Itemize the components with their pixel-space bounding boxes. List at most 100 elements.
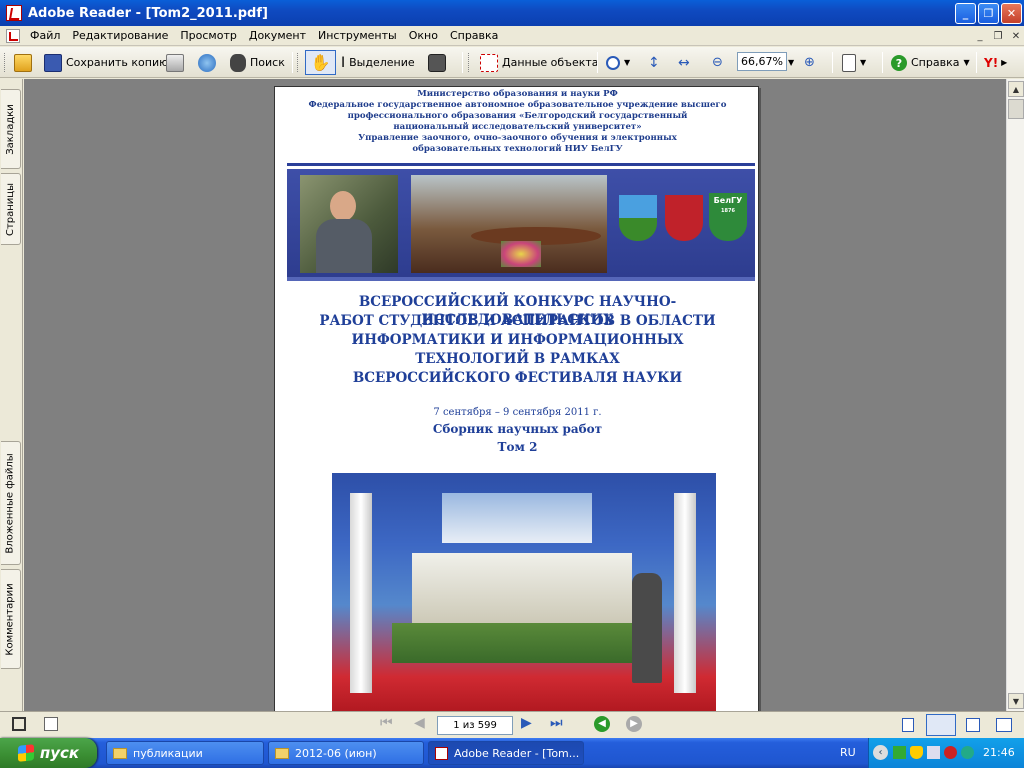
restore-button[interactable]: ❐ (978, 3, 999, 24)
chevron-right-icon: ▶ (1001, 58, 1008, 67)
search-button[interactable]: Поиск (230, 50, 285, 75)
title-line: ТЕХНОЛОГИЙ В РАМКАХ (415, 351, 620, 367)
save-copy-button[interactable]: Сохранить копию (44, 50, 168, 75)
fit-height-button[interactable]: ↕ (648, 50, 660, 75)
toolbar-separator (882, 52, 883, 73)
network-icon[interactable] (893, 746, 906, 759)
page-layout-icon (842, 53, 856, 72)
event-dates: 7 сентября – 9 сентября 2011 г. (433, 407, 602, 418)
coat-of-arms-russia-icon (665, 195, 703, 241)
taskbar-item-publications[interactable]: публикации (106, 741, 264, 765)
tab-attachments[interactable]: Вложенные файлы (1, 441, 21, 565)
zoom-out-icon: ⊖ (712, 55, 723, 70)
meeting-photo (411, 175, 607, 273)
magnifier-icon (606, 55, 620, 70)
tab-pages-label: Страницы (5, 182, 16, 236)
tab-bookmarks[interactable]: Закладки (1, 89, 21, 169)
email-button[interactable] (198, 50, 220, 75)
doc-close-button[interactable]: ✕ (1008, 29, 1024, 43)
document-icon[interactable] (6, 28, 20, 43)
scroll-down-button[interactable]: ▼ (1008, 693, 1024, 709)
menu-help[interactable]: Справка (444, 29, 504, 42)
title-line: ИНФОРМАТИКИ И ИНФОРМАЦИОННЫХ (351, 332, 684, 348)
clock[interactable]: 21:46 (983, 746, 1015, 759)
header-line: образовательных технологий НИУ БелГУ (412, 144, 623, 154)
antivirus-icon[interactable] (944, 746, 957, 759)
menu-window[interactable]: Окно (403, 29, 444, 42)
minimize-button[interactable]: _ (955, 3, 976, 24)
zoom-in-tool-button[interactable]: ▼ (606, 50, 630, 75)
menu-tools[interactable]: Инструменты (312, 29, 403, 42)
taskbar-item-2012-06[interactable]: 2012-06 (июн) (268, 741, 424, 765)
hand-icon: ✋ (310, 53, 331, 72)
doc-minimize-button[interactable]: _ (972, 29, 988, 43)
menu-view[interactable]: Просмотр (174, 29, 242, 42)
first-page-button[interactable]: ⏮ (380, 715, 393, 731)
single-page-view-button[interactable] (902, 718, 914, 732)
page-number-input[interactable]: 1 из 599 (437, 716, 513, 735)
help-button[interactable]: ? Справка ▼ (891, 50, 970, 75)
back-view-button[interactable]: ◀ (594, 716, 610, 732)
chevron-down-icon: ▼ (624, 58, 631, 67)
zoom-dropdown-button[interactable]: ▼ (788, 50, 794, 75)
menu-file[interactable]: Файл (24, 29, 66, 42)
toolbar: Сохранить копию Поиск ✋ I Выделение Данн… (0, 47, 1024, 78)
zoom-in-button[interactable]: ⊕ (804, 50, 815, 75)
continuous-facing-view-button[interactable] (996, 718, 1012, 732)
menu-document[interactable]: Документ (243, 29, 312, 42)
forward-view-button[interactable]: ▶ (626, 716, 642, 732)
tab-pages[interactable]: Страницы (1, 173, 21, 245)
taskbar-item-label: 2012-06 (июн) (295, 746, 377, 760)
last-page-button[interactable]: ⏭ (550, 715, 563, 731)
language-indicator[interactable]: RU (840, 746, 856, 759)
scroll-up-button[interactable]: ▲ (1008, 81, 1024, 97)
scroll-thumb[interactable] (1008, 99, 1024, 119)
tab-comments[interactable]: Комментарии (1, 569, 21, 669)
text-cursor-icon: I (341, 54, 346, 71)
panel-toggle-icon[interactable] (12, 717, 26, 731)
start-button[interactable]: пуск (0, 738, 97, 768)
previous-page-button[interactable]: ◀ (414, 715, 425, 731)
snapshot-button[interactable] (428, 50, 450, 75)
window-mode-icon[interactable] (44, 717, 58, 731)
toolbar-grip[interactable] (297, 53, 300, 72)
close-button[interactable]: ✕ (1001, 3, 1022, 24)
print-button[interactable] (166, 50, 188, 75)
open-button[interactable] (14, 50, 36, 75)
object-data-button[interactable]: Данные объекта (480, 50, 599, 75)
update-icon[interactable] (961, 746, 974, 759)
chevron-down-icon: ▼ (788, 58, 795, 67)
fit-width-button[interactable]: ↔ (678, 50, 690, 75)
zoom-out-button[interactable]: ⊖ (712, 50, 723, 75)
zoom-input[interactable]: 66,67% (737, 52, 787, 71)
toolbar-grip[interactable] (468, 53, 471, 72)
zoom-in-icon: ⊕ (804, 55, 815, 70)
document-view[interactable]: Министерство образования и науки РФ Феде… (24, 79, 1006, 711)
speaker-icon[interactable] (927, 746, 940, 759)
doc-restore-button[interactable]: ❐ (990, 29, 1006, 43)
vertical-scrollbar[interactable]: ▲ ▼ (1006, 79, 1024, 711)
facing-view-button[interactable] (966, 718, 980, 732)
tray-expand-icon[interactable]: ‹ (873, 745, 888, 760)
toolbar-separator (292, 52, 293, 73)
search-label: Поиск (250, 56, 285, 69)
save-copy-label: Сохранить копию (66, 56, 169, 69)
page-layout-button[interactable]: ▼ (842, 50, 866, 75)
taskbar-item-adobe-reader[interactable]: Adobe Reader - [Tom... (428, 741, 584, 765)
continuous-view-button[interactable] (926, 714, 956, 736)
system-tray: ‹ 21:46 (868, 738, 1024, 768)
folder-open-icon (14, 53, 32, 72)
yahoo-toolbar-button[interactable]: Y! ▶ (984, 50, 1007, 75)
select-tool-button[interactable]: I Выделение (341, 50, 415, 75)
toolbar-separator (976, 52, 977, 73)
hand-tool-button[interactable]: ✋ (305, 50, 336, 75)
title-bar[interactable]: Adobe Reader - [Tom2_2011.pdf] _ ❐ ✕ (0, 0, 1024, 26)
menu-edit[interactable]: Редактирование (66, 29, 174, 42)
taskbar-item-label: Adobe Reader - [Tom... (454, 746, 580, 760)
toolbar-grip[interactable] (4, 53, 7, 72)
shield-icon[interactable] (910, 746, 923, 759)
header-line: национальный исследовательский университ… (393, 122, 642, 132)
floppy-disk-icon (44, 53, 62, 72)
collection-title: Сборник научных работ (432, 422, 603, 436)
next-page-button[interactable]: ▶ (521, 715, 532, 731)
